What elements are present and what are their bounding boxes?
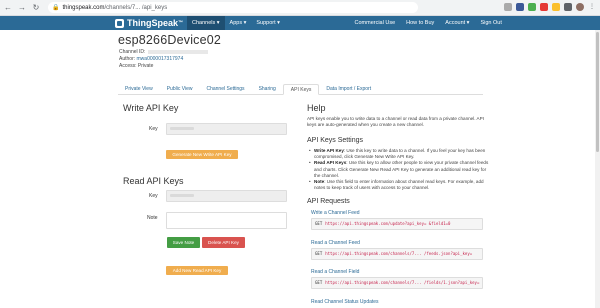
tab-public-view[interactable]: Public View xyxy=(160,84,200,94)
scrollbar-thumb[interactable] xyxy=(596,32,599,152)
channel-meta: Channel ID: Author: mwa0000017317974 Acc… xyxy=(119,49,209,70)
browser-toolbar: ← → ↻ 🔒 thingspeak.com /channels/7... /a… xyxy=(0,0,600,16)
write-key-redacted xyxy=(170,127,194,130)
channel-tabs: Private View Public View Channel Setting… xyxy=(118,84,483,95)
tab-private-view[interactable]: Private View xyxy=(118,84,160,94)
nav-commercial-use[interactable]: Commercial Use xyxy=(349,16,401,30)
extension-icon[interactable] xyxy=(528,3,536,11)
extension-icon[interactable] xyxy=(564,3,572,11)
read-key-redacted xyxy=(170,194,194,197)
help-heading: Help xyxy=(307,103,326,113)
thingspeak-logo-icon xyxy=(115,18,124,28)
nav-apps[interactable]: Apps ▾ xyxy=(225,16,252,30)
extension-icon[interactable] xyxy=(540,3,548,11)
generate-write-key-button[interactable]: Generate New Write API Key xyxy=(166,150,238,159)
request-title-read-field: Read a Channel Field xyxy=(311,269,360,275)
help-bullets: Write API Key: Use this key to write dat… xyxy=(309,148,492,191)
author-link[interactable]: mwa0000017317974 xyxy=(137,56,184,62)
url-path: /channels/7... /api_keys xyxy=(104,4,168,11)
back-icon[interactable]: ← xyxy=(2,2,14,14)
tab-data-import-export[interactable]: Data Import / Export xyxy=(319,84,378,94)
tab-api-keys[interactable]: API Keys xyxy=(282,84,320,95)
url-host: thingspeak.com xyxy=(62,4,105,11)
tab-sharing[interactable]: Sharing xyxy=(252,84,283,94)
save-note-button[interactable]: Save Note xyxy=(167,237,200,248)
delete-api-key-button[interactable]: Delete API Key xyxy=(202,237,245,248)
profile-avatar[interactable] xyxy=(576,3,584,11)
api-requests-heading: API Requests xyxy=(307,198,350,205)
request-title-write-feed: Write a Channel Feed xyxy=(311,210,360,216)
nav-sign-out[interactable]: Sign Out xyxy=(475,16,507,30)
extension-icon[interactable] xyxy=(552,3,560,11)
read-api-keys-heading: Read API Keys xyxy=(123,176,184,186)
request-code-write-feed[interactable]: GET https://api.thingspeak.com/update?api… xyxy=(311,218,483,230)
add-read-key-button[interactable]: Add New Read API Key xyxy=(166,266,228,275)
list-item: Write API Key: Use this key to write dat… xyxy=(309,148,492,160)
tab-channel-settings[interactable]: Channel Settings xyxy=(199,84,251,94)
reload-icon[interactable]: ↻ xyxy=(30,2,42,14)
star-icon[interactable] xyxy=(504,3,512,11)
note-label: Note xyxy=(147,215,158,221)
menu-icon[interactable]: ⋮ xyxy=(588,3,596,11)
nav-how-to-buy[interactable]: How to Buy xyxy=(401,16,440,30)
nav-support[interactable]: Support ▾ xyxy=(251,16,285,30)
request-code-read-field[interactable]: GET https://api.thingspeak.com/channels/7… xyxy=(311,277,483,289)
extension-icon[interactable] xyxy=(516,3,524,11)
list-item: Read API Keys: Use this key to allow oth… xyxy=(309,160,492,179)
request-code-read-feed[interactable]: GET https://api.thingspeak.com/channels/7… xyxy=(311,248,483,260)
note-textarea[interactable] xyxy=(166,212,287,229)
site-navbar: ThingSpeak ™ Channels ▾ Apps ▾ Support ▾ … xyxy=(0,16,600,30)
channel-id-redacted xyxy=(148,49,209,54)
request-title-status-updates: Read Channel Status Updates xyxy=(311,299,379,305)
nav-channels[interactable]: Channels ▾ xyxy=(187,16,225,30)
forward-icon[interactable]: → xyxy=(16,2,28,14)
list-item: Note: Use this field to enter informatio… xyxy=(309,179,492,191)
lock-icon: 🔒 xyxy=(52,5,60,11)
api-keys-settings-heading: API Keys Settings xyxy=(307,137,364,144)
write-key-label: Key xyxy=(149,126,158,132)
read-key-label: Key xyxy=(149,193,158,199)
help-intro: API keys enable you to write data to a c… xyxy=(307,116,484,128)
request-title-read-feed: Read a Channel Feed xyxy=(311,240,360,246)
channel-title: esp8266Device02 xyxy=(118,33,222,47)
nav-account[interactable]: Account ▾ xyxy=(440,16,475,30)
brand-logo[interactable]: ThingSpeak ™ xyxy=(115,18,183,28)
address-bar[interactable]: 🔒 thingspeak.com /channels/7... /api_key… xyxy=(48,2,418,13)
write-api-key-heading: Write API Key xyxy=(123,103,179,113)
